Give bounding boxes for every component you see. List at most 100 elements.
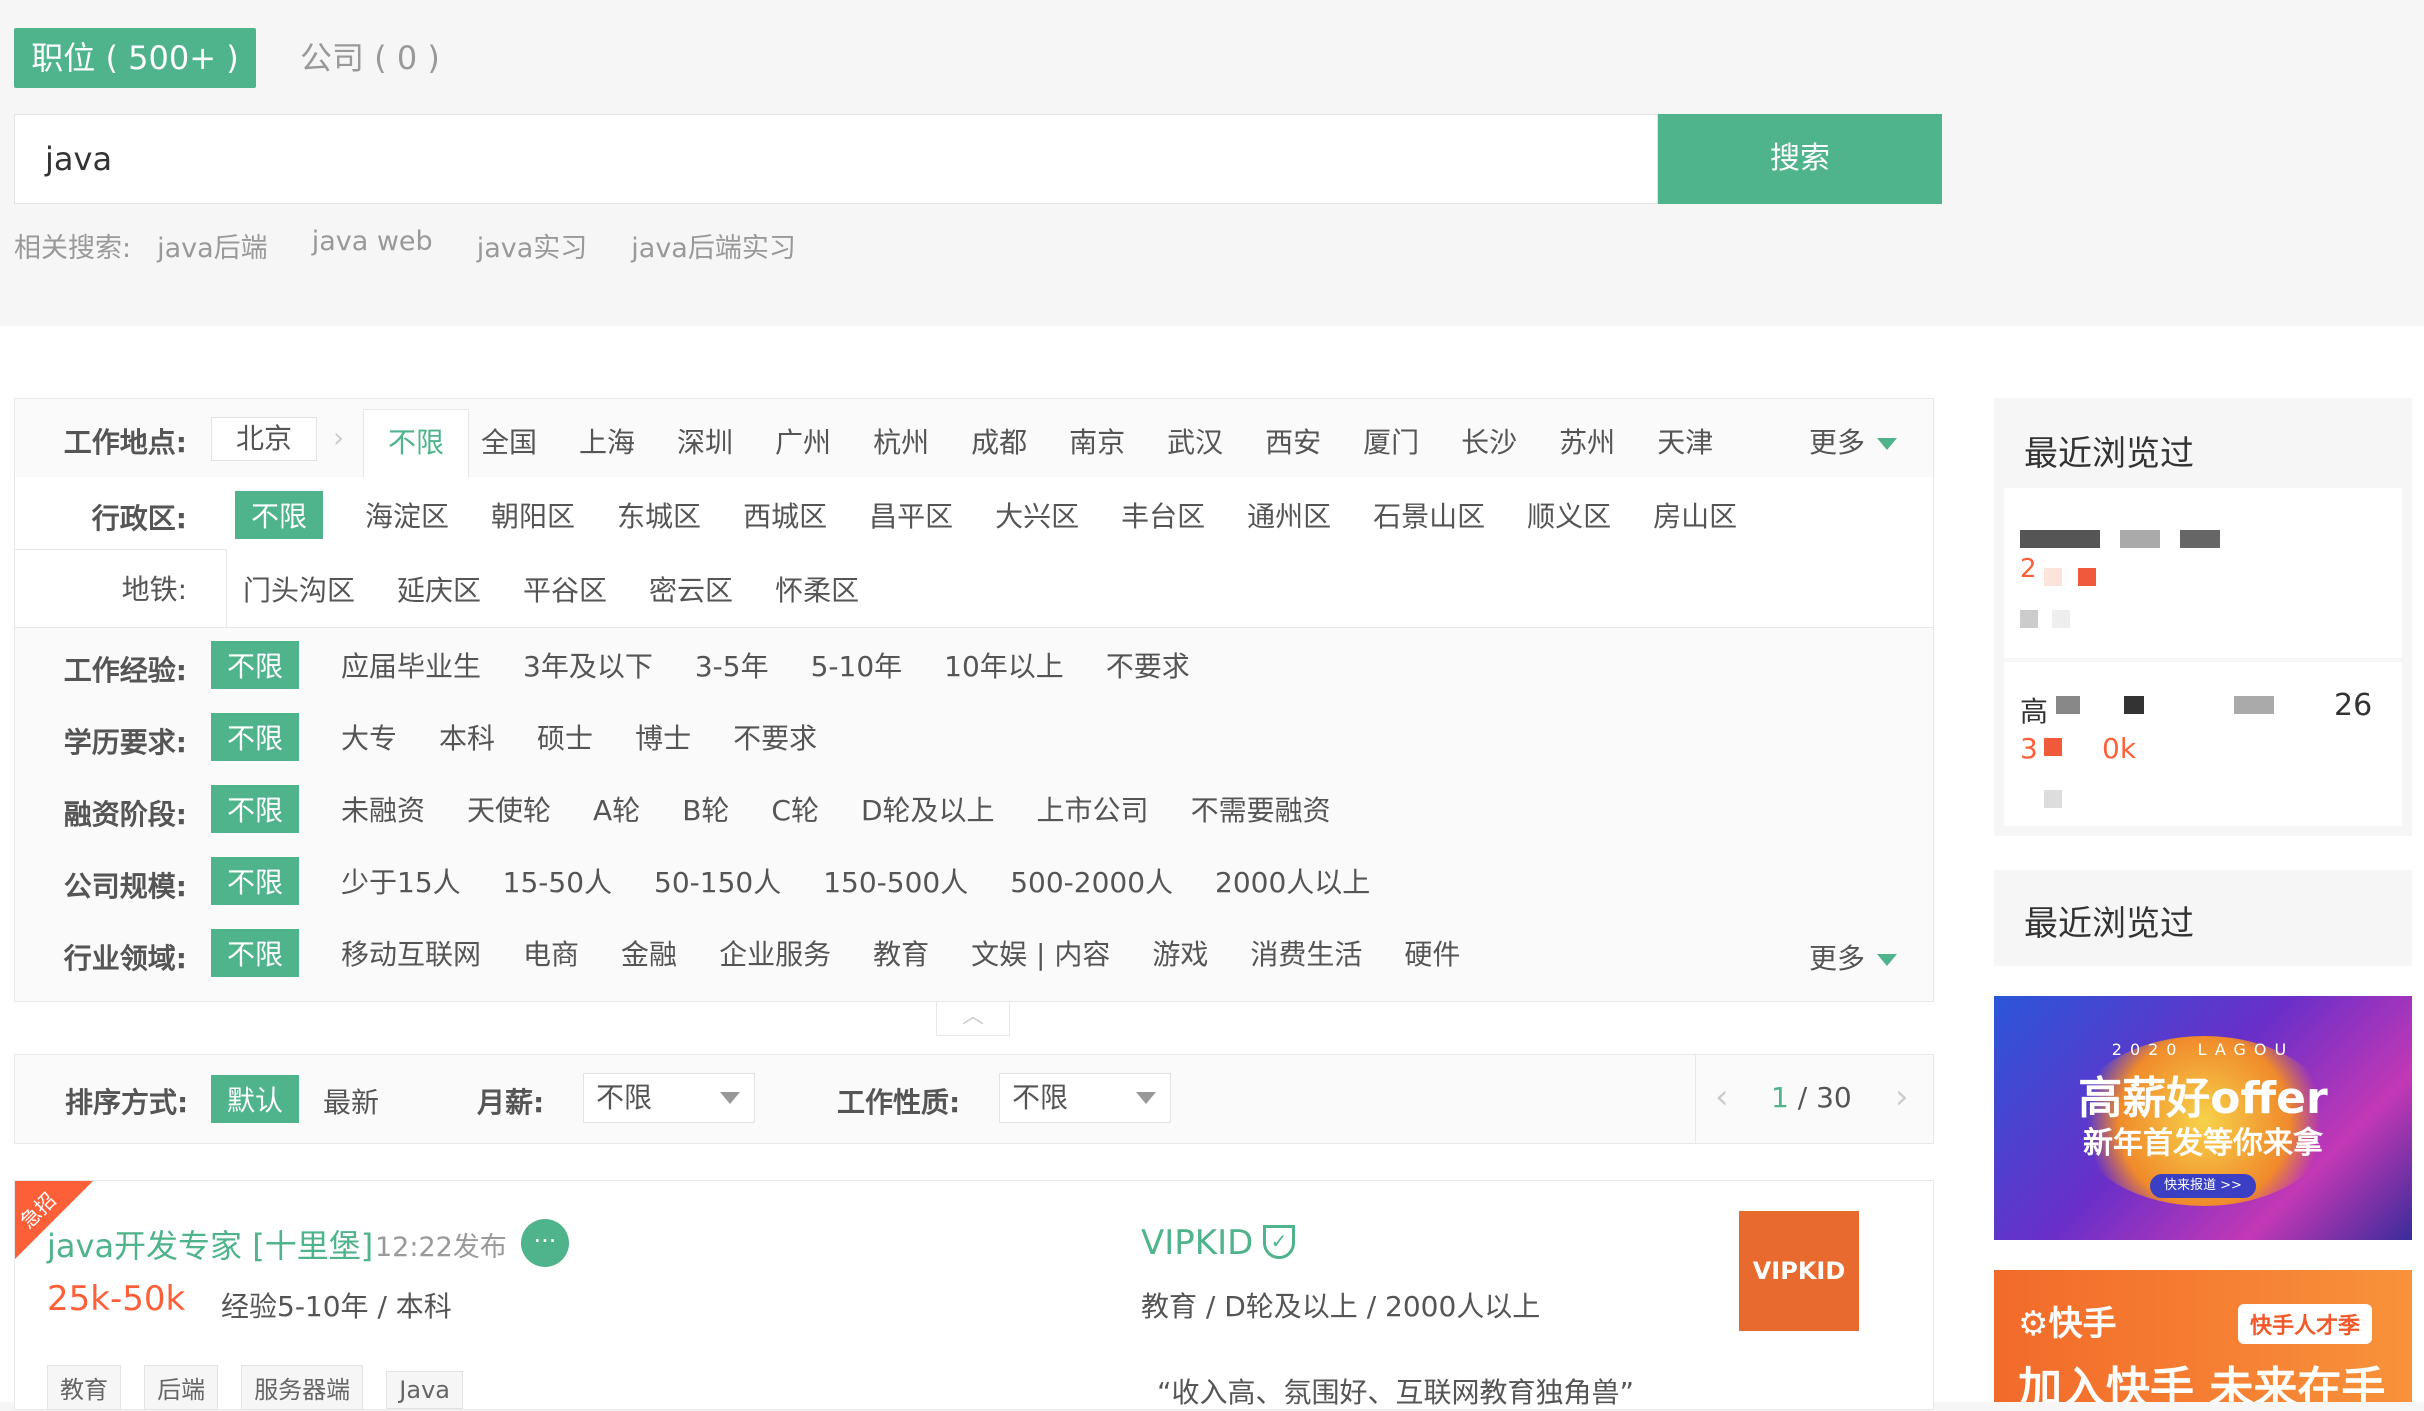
subway-option[interactable]: 平谷区: [523, 569, 607, 609]
funding-option[interactable]: 不需要融资: [1191, 789, 1331, 829]
location-option[interactable]: 深圳: [677, 421, 733, 461]
district-option[interactable]: 昌平区: [869, 495, 953, 535]
funding-option[interactable]: 天使轮: [467, 789, 551, 829]
subway-option[interactable]: 门头沟区: [243, 569, 355, 609]
ad-banner-offer[interactable]: 2020 LAGOU 高薪好offer 新年首发等你来拿 快来报道 >>: [1994, 996, 2412, 1240]
chat-icon[interactable]: ···: [521, 1219, 569, 1267]
district-option[interactable]: 石景山区: [1373, 495, 1485, 535]
job-title-link[interactable]: java开发专家 [十里堡]: [47, 1221, 373, 1267]
education-option[interactable]: 不要求: [733, 717, 817, 757]
district-option[interactable]: 房山区: [1653, 495, 1737, 535]
recent-item[interactable]: 高 26 3 0k: [2004, 662, 2402, 826]
industry-option-selected[interactable]: 不限: [211, 929, 300, 977]
page-prev-button[interactable]: ‹: [1715, 1077, 1729, 1117]
job-card[interactable]: 急招 java开发专家 [十里堡] 12:22发布 ··· 25k-50k 经验…: [14, 1180, 1934, 1410]
page-next-button[interactable]: ›: [1895, 1077, 1909, 1117]
scale-option[interactable]: 15-50人: [503, 861, 612, 901]
banner-cta-button[interactable]: 快来报道 >>: [2150, 1174, 2256, 1198]
industry-option[interactable]: 游戏: [1152, 933, 1208, 973]
location-option[interactable]: 苏州: [1559, 421, 1615, 461]
industry-option[interactable]: 消费生活: [1250, 933, 1362, 973]
tab-company[interactable]: 公司 ( 0 ): [300, 28, 440, 88]
location-option[interactable]: 天津: [1657, 421, 1713, 461]
industry-option[interactable]: 文娱 | 内容: [971, 933, 1110, 973]
district-option[interactable]: 朝阳区: [491, 495, 575, 535]
experience-option-selected[interactable]: 不限: [211, 641, 300, 689]
district-option[interactable]: 大兴区: [995, 495, 1079, 535]
experience-option[interactable]: 10年以上: [944, 645, 1064, 685]
education-option[interactable]: 博士: [635, 717, 691, 757]
district-option[interactable]: 顺义区: [1527, 495, 1611, 535]
scale-option[interactable]: 少于15人: [341, 861, 461, 901]
location-option[interactable]: 杭州: [873, 421, 929, 461]
district-option[interactable]: 西城区: [743, 495, 827, 535]
location-option[interactable]: 成都: [971, 421, 1027, 461]
education-option[interactable]: 本科: [439, 717, 495, 757]
industry-option[interactable]: 电商: [523, 933, 579, 973]
salary-dropdown[interactable]: 不限: [583, 1073, 755, 1123]
subway-option[interactable]: 延庆区: [397, 569, 481, 609]
location-option[interactable]: 长沙: [1461, 421, 1517, 461]
scale-option-selected[interactable]: 不限: [211, 857, 300, 905]
tab-jobs[interactable]: 职位 ( 500+ ): [14, 28, 256, 88]
scale-option[interactable]: 500-2000人: [1010, 861, 1173, 901]
company-name-link[interactable]: VIPKID: [1141, 1223, 1253, 1263]
district-option[interactable]: 东城区: [617, 495, 701, 535]
industry-option[interactable]: 教育: [873, 933, 929, 973]
location-option-selected[interactable]: 不限: [363, 409, 469, 477]
education-option-selected[interactable]: 不限: [211, 713, 300, 761]
location-option[interactable]: 广州: [775, 421, 831, 461]
experience-option[interactable]: 3-5年: [695, 645, 769, 685]
industry-option[interactable]: 移动互联网: [341, 933, 481, 973]
collapse-filters-button[interactable]: ︿: [936, 1002, 1010, 1036]
scale-option[interactable]: 2000人以上: [1215, 861, 1370, 901]
education-option[interactable]: 大专: [341, 717, 397, 757]
district-option[interactable]: 海淀区: [365, 495, 449, 535]
related-link[interactable]: java后端实习: [631, 226, 796, 265]
location-option[interactable]: 上海: [579, 421, 635, 461]
location-option[interactable]: 武汉: [1167, 421, 1223, 461]
recent-item[interactable]: 2: [2004, 488, 2402, 658]
location-option[interactable]: 南京: [1069, 421, 1125, 461]
scale-option[interactable]: 150-500人: [823, 861, 968, 901]
education-option[interactable]: 硕士: [537, 717, 593, 757]
search-button[interactable]: 搜索: [1658, 114, 1942, 204]
experience-option[interactable]: 5-10年: [811, 645, 903, 685]
experience-option[interactable]: 3年及以下: [523, 645, 653, 685]
industry-option[interactable]: 企业服务: [719, 933, 831, 973]
ad-banner-kuaishou[interactable]: ⚙快手 快手人才季 加入快手 未来在手: [1994, 1270, 2412, 1402]
location-more-button[interactable]: 更多: [1809, 421, 1897, 461]
sort-latest-button[interactable]: 最新: [323, 1081, 379, 1121]
funding-option[interactable]: B轮: [682, 789, 729, 829]
verified-shield-icon: ✓: [1263, 1225, 1295, 1259]
filter-label: 行政区:: [91, 502, 187, 535]
related-link[interactable]: java实习: [477, 226, 588, 265]
location-option[interactable]: 西安: [1265, 421, 1321, 461]
sort-default-button[interactable]: 默认: [211, 1075, 300, 1123]
funding-option-selected[interactable]: 不限: [211, 785, 300, 833]
location-option[interactable]: 全国: [481, 421, 537, 461]
funding-option[interactable]: C轮: [771, 789, 819, 829]
scale-option[interactable]: 50-150人: [654, 861, 781, 901]
industry-option[interactable]: 硬件: [1404, 933, 1460, 973]
search-input[interactable]: java: [14, 114, 1658, 204]
company-logo[interactable]: VIPKID: [1739, 1211, 1859, 1331]
experience-option[interactable]: 不要求: [1106, 645, 1190, 685]
location-option[interactable]: 厦门: [1363, 421, 1419, 461]
related-link[interactable]: java后端: [157, 226, 268, 265]
subway-option[interactable]: 密云区: [649, 569, 733, 609]
job-nature-dropdown[interactable]: 不限: [999, 1073, 1171, 1123]
funding-option[interactable]: A轮: [593, 789, 640, 829]
experience-option[interactable]: 应届毕业生: [341, 645, 481, 685]
funding-option[interactable]: D轮及以上: [861, 789, 995, 829]
related-link[interactable]: java web: [312, 226, 433, 265]
current-city[interactable]: 北京: [211, 417, 317, 461]
subway-option[interactable]: 怀柔区: [775, 569, 859, 609]
district-option-selected[interactable]: 不限: [235, 491, 324, 539]
funding-option[interactable]: 上市公司: [1037, 789, 1149, 829]
district-option[interactable]: 通州区: [1247, 495, 1331, 535]
district-option[interactable]: 丰台区: [1121, 495, 1205, 535]
industry-more-button[interactable]: 更多: [1809, 937, 1897, 977]
industry-option[interactable]: 金融: [621, 933, 677, 973]
funding-option[interactable]: 未融资: [341, 789, 425, 829]
